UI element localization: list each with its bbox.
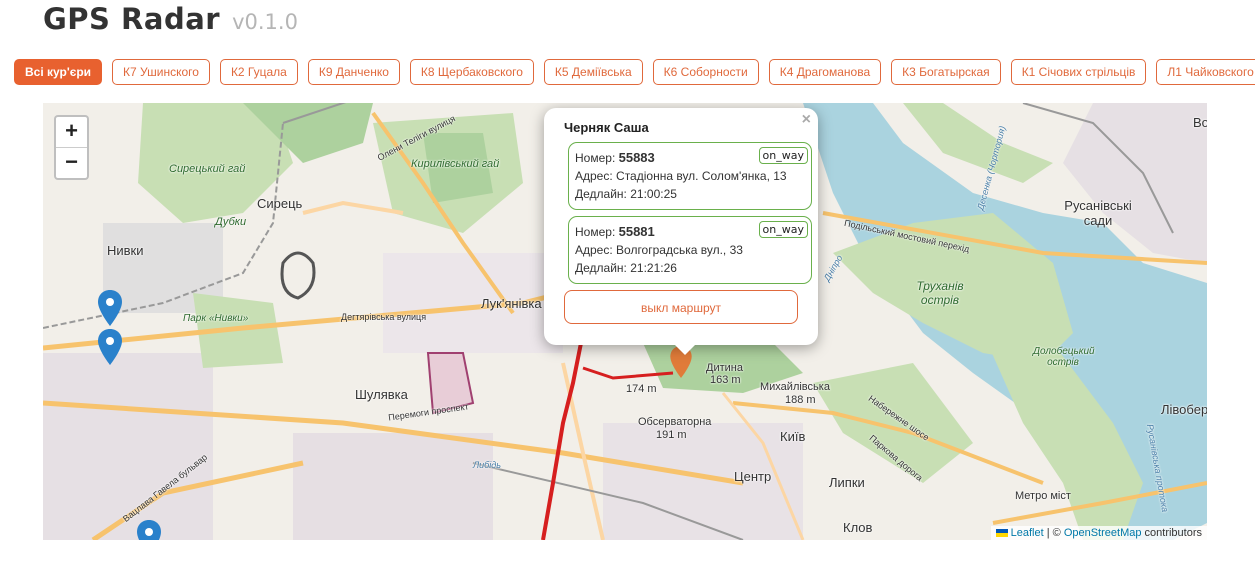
- app-version: v0.1.0: [232, 10, 298, 34]
- map-label-syrets-gai: Сирецький гай: [169, 163, 246, 175]
- order-deadline-label: Дедлайн:: [575, 261, 631, 275]
- order-number: 55883: [618, 150, 655, 165]
- tab-k8[interactable]: К8 Щербаковского: [409, 59, 534, 85]
- tab-k9[interactable]: К9 Данченко: [307, 59, 400, 85]
- courier-popup: × Черняк Саша on_way Номер: 55883 Адрес:…: [544, 108, 818, 345]
- courier-name: Черняк Саша: [564, 120, 649, 135]
- courier-marker-blue-icon[interactable]: [98, 329, 122, 365]
- map-label-syrets: Сирець: [257, 196, 303, 211]
- order-number-label: Номер:: [575, 151, 619, 165]
- order-deadline-label: Дедлайн:: [575, 187, 631, 201]
- map-canvas[interactable]: Сирецький гай Дубки Сирець Нивки Кирилів…: [43, 103, 1207, 540]
- attribution-suffix: contributors: [1141, 527, 1202, 539]
- tab-k1[interactable]: К1 Січових стрільців: [1010, 59, 1147, 85]
- order-card: on_way Номер: 55881 Адрес: Волгоградська…: [568, 216, 812, 284]
- tab-k6[interactable]: К6 Соборности: [652, 59, 759, 85]
- map-label-dytyna: Дитина: [706, 362, 743, 374]
- order-deadline: 21:00:25: [630, 187, 677, 201]
- map-label-height-174: 174 m: [626, 383, 657, 395]
- map-label-kyrylivskyi: Кирилівський гай: [411, 158, 500, 170]
- app-header: GPS Radar v0.1.0: [43, 2, 298, 42]
- map-label-mykhailivska-height: 188 m: [785, 394, 816, 406]
- zoom-out-button[interactable]: −: [56, 147, 87, 178]
- order-card: on_way Номер: 55883 Адрес: Стадіонна вул…: [568, 142, 812, 210]
- map-label-lybid: Либідь: [473, 460, 501, 470]
- order-status-badge: on_way: [758, 221, 808, 238]
- map-label-park-nyvky: Парк «Нивки»: [183, 313, 249, 324]
- tab-k2[interactable]: К2 Гуцала: [219, 59, 298, 85]
- leaflet-link[interactable]: Leaflet: [1011, 527, 1044, 539]
- zoom-in-button[interactable]: +: [56, 117, 87, 147]
- map-label-mykhailivska: Михайлівська: [760, 381, 830, 393]
- popup-tip: [673, 343, 697, 355]
- zoom-control: + −: [54, 115, 89, 180]
- map-label-observatorna: Обсерваторна: [638, 416, 712, 428]
- map-attribution: Leaflet | © OpenStreetMap contributors: [990, 526, 1207, 540]
- map-label-lukyanivka: Лук'янівка: [481, 296, 542, 311]
- map-label-livoberezhna: Лівобережна: [1161, 402, 1207, 417]
- map-label-lypky: Липки: [829, 475, 865, 490]
- order-status-badge: on_way: [758, 147, 808, 164]
- courier-tabs: Всі кур'єри К7 Ушинского К2 Гуцала К9 Да…: [14, 59, 1255, 85]
- tab-k5[interactable]: К5 Деміївська: [543, 59, 643, 85]
- order-deadline: 21:21:26: [630, 261, 677, 275]
- app-title: GPS Radar: [43, 2, 221, 36]
- map-label-dolobetskyi: Долобецький острів: [1033, 346, 1095, 368]
- map-label-degtiarivska: Дегтярівська вулиця: [341, 312, 427, 322]
- map-label-metro-mist: Метро міст: [1015, 490, 1071, 502]
- courier-marker-blue-icon[interactable]: [98, 290, 122, 326]
- osm-link[interactable]: OpenStreetMap: [1064, 527, 1142, 539]
- map-label-dytyna-height: 163 m: [710, 374, 741, 386]
- map-label-vo: Во: [1193, 115, 1207, 130]
- tab-l1[interactable]: Л1 Чайковского: [1156, 59, 1255, 85]
- toggle-route-button[interactable]: выкл маршрут: [564, 290, 798, 324]
- ukraine-flag-icon: [995, 529, 1008, 538]
- map-label-shuliavka: Шулявка: [355, 387, 408, 402]
- map-label-klov: Клов: [843, 520, 873, 535]
- order-address: Стадіонна вул. Солом'янка, 13: [616, 169, 787, 183]
- map-label-observatorna-height: 191 m: [656, 429, 687, 441]
- map-label-rusanivski: Русанівські сади: [1064, 198, 1132, 228]
- order-address-label: Адрес:: [575, 169, 617, 183]
- order-address: Волгоградська вул., 33: [616, 243, 743, 257]
- tab-k3[interactable]: К3 Богатырская: [891, 59, 1001, 85]
- map-label-dubky: Дубки: [215, 216, 247, 228]
- map-label-kyiv: Київ: [780, 429, 806, 444]
- map-label-nyvky: Нивки: [107, 243, 144, 258]
- tab-k7[interactable]: К7 Ушинского: [112, 59, 210, 85]
- tab-k4[interactable]: К4 Драгоманова: [768, 59, 882, 85]
- order-number-label: Номер:: [575, 225, 619, 239]
- tab-all-couriers[interactable]: Всі кур'єри: [14, 59, 103, 85]
- popup-close-icon[interactable]: ×: [802, 111, 811, 129]
- courier-marker-blue-icon[interactable]: [137, 520, 161, 540]
- order-address-label: Адрес:: [575, 243, 617, 257]
- map-label-tsentr: Центр: [734, 469, 772, 484]
- map-label-trukhaniv: Труханів острів: [916, 279, 964, 307]
- order-number: 55881: [618, 224, 655, 239]
- attribution-separator: | ©: [1043, 527, 1064, 539]
